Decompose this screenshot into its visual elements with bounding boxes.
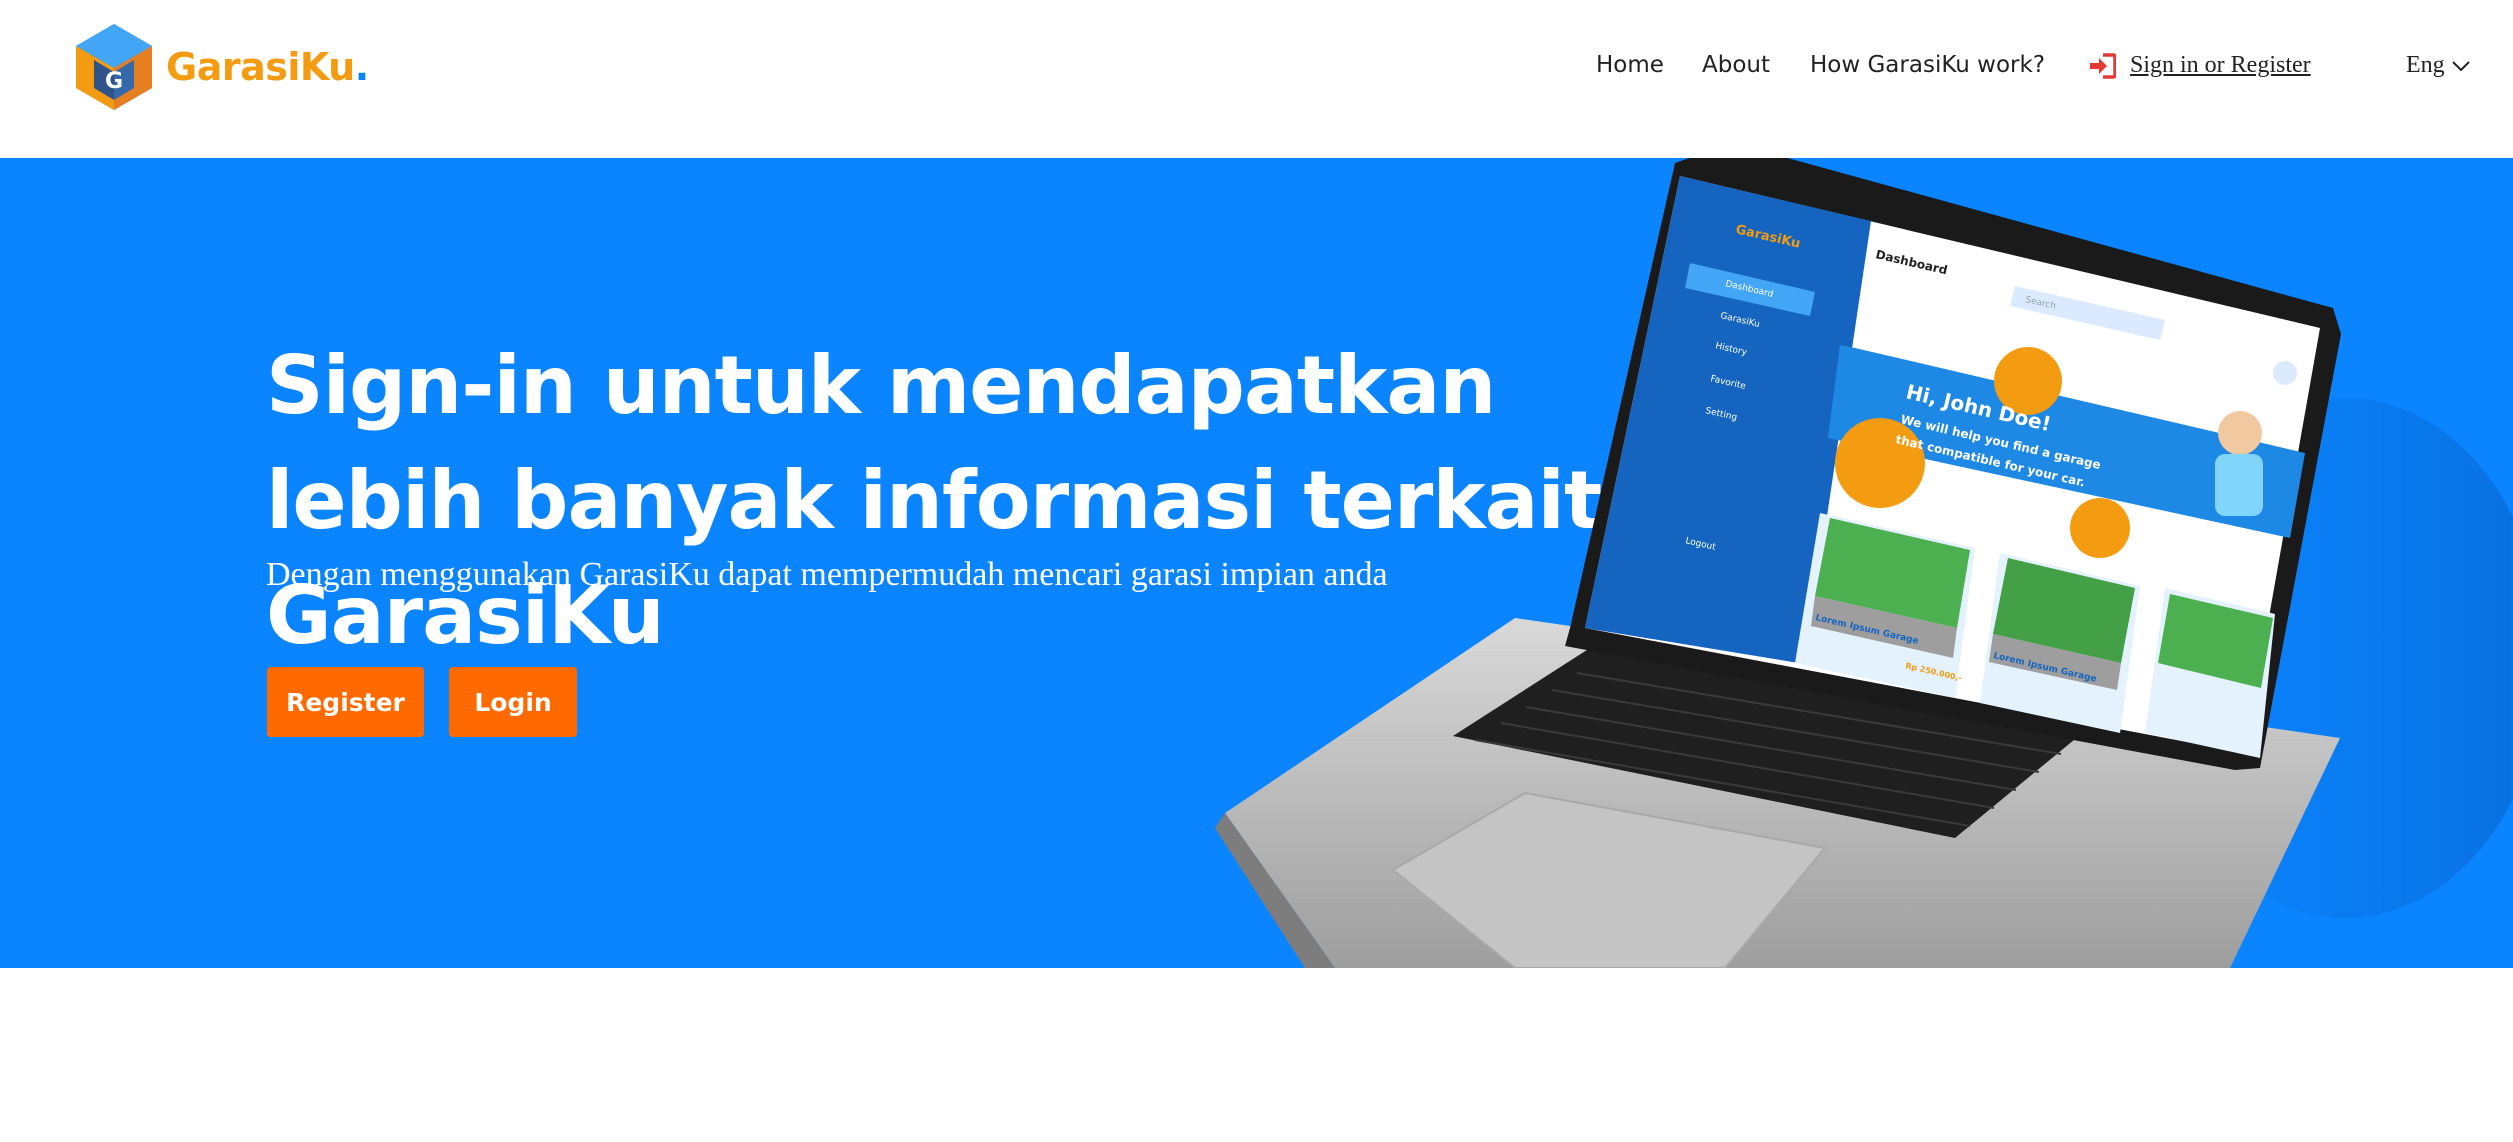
brand-logo[interactable]: G GarasiKu. bbox=[74, 22, 369, 112]
nav-how-it-works-link[interactable]: How GarasiKu work? bbox=[1810, 52, 2045, 78]
nav-about-link[interactable]: About bbox=[1702, 52, 1770, 78]
brand-name: GarasiKu. bbox=[166, 45, 369, 89]
register-button[interactable]: Register bbox=[267, 667, 424, 737]
sign-in-label: Sign in or Register bbox=[2130, 52, 2311, 78]
language-selector[interactable]: Eng bbox=[2406, 52, 2471, 79]
login-button[interactable]: Login bbox=[449, 667, 577, 737]
language-label: Eng bbox=[2406, 52, 2445, 78]
laptop-mockup-image: GarasiKu Dashboard GarasiKu History Favo… bbox=[1215, 158, 2513, 968]
hero-section: Sign-in untuk mendapatkan lebih banyak i… bbox=[0, 158, 2513, 968]
nav-home-link[interactable]: Home bbox=[1596, 52, 1664, 78]
sign-in-icon bbox=[2090, 52, 2116, 79]
chevron-down-icon bbox=[2451, 60, 2470, 71]
svg-text:G: G bbox=[105, 69, 123, 94]
garage-cube-logo-icon: G bbox=[76, 24, 152, 110]
site-header: G GarasiKu. Home About How GarasiKu work… bbox=[0, 0, 2513, 158]
sign-in-register-link[interactable]: Sign in or Register bbox=[2088, 52, 2311, 79]
